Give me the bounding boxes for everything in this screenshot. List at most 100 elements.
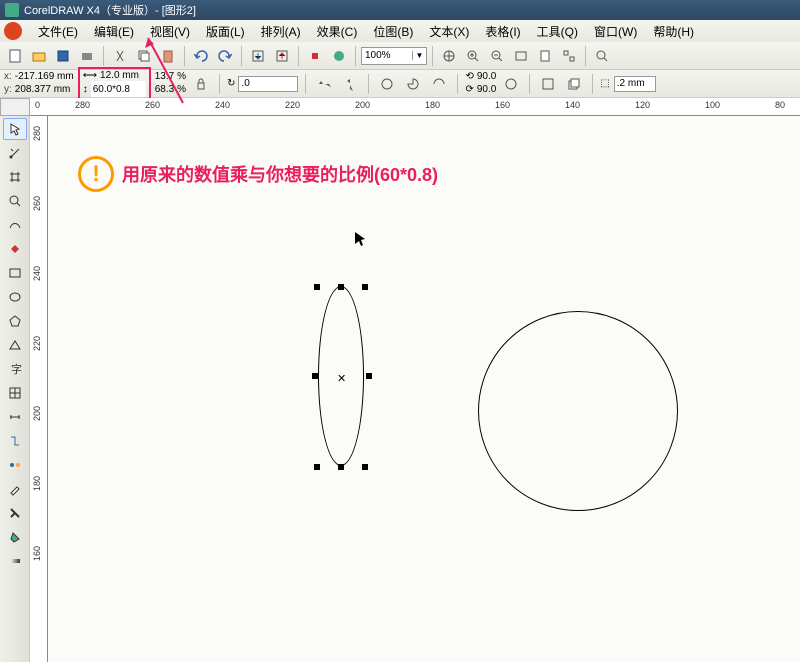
pie-button[interactable] [402,73,424,95]
export-button[interactable] [271,45,293,67]
zoom-page-button[interactable] [534,45,556,67]
rotation-input[interactable] [238,76,298,92]
cut-button[interactable] [109,45,131,67]
menu-bitmaps[interactable]: 位图(B) [365,21,421,42]
ellipse-tool[interactable] [3,286,27,308]
copy-button[interactable] [133,45,155,67]
undo-button[interactable] [190,45,212,67]
zoom-level-combo[interactable]: ▼ [361,47,427,65]
app-launcher-button[interactable] [304,45,326,67]
smart-fill-tool[interactable] [3,238,27,260]
angle2-value: 90.0 [477,84,496,96]
mirror-h-button[interactable] [313,73,335,95]
menu-effects[interactable]: 效果(C) [309,21,366,42]
horizontal-ruler[interactable]: 0 280 260 240 220 200 180 160 140 120 10… [30,98,800,116]
separator [529,74,530,94]
canvas[interactable]: ! 用原来的数值乘与你想要的比例(60*0.8) ✕ [48,116,800,662]
crop-tool[interactable] [3,166,27,188]
menu-view[interactable]: 视图(V) [142,21,198,42]
separator [219,74,220,94]
snap-button[interactable] [438,45,460,67]
arc-button[interactable] [428,73,450,95]
fill-tool[interactable] [3,526,27,548]
angle-group: ⟲90.0 ⟳90.0 [465,71,496,96]
menu-text[interactable]: 文本(X) [421,21,477,42]
menu-file[interactable]: 文件(E) [30,21,86,42]
options-button[interactable] [591,45,613,67]
to-front-button[interactable] [563,73,585,95]
zoom-out-button[interactable] [486,45,508,67]
outline-icon: ⬚ [600,78,609,89]
angle2-icon: ⟳ [465,84,473,96]
import-button[interactable] [247,45,269,67]
outline-width-input[interactable] [614,76,656,92]
eyedropper-tool[interactable] [3,478,27,500]
wrap-text-button[interactable] [537,73,559,95]
connector-tool[interactable] [3,430,27,452]
menu-tools[interactable]: 工具(Q) [529,21,586,42]
selection-handle-mr[interactable] [366,373,372,379]
annotation-text: 用原来的数值乘与你想要的比例(60*0.8) [122,161,438,187]
interactive-tool[interactable] [3,454,27,476]
paste-button[interactable] [157,45,179,67]
height-input[interactable] [91,81,146,97]
selection-handle-tm[interactable] [338,284,344,290]
basic-shapes-tool[interactable] [3,334,27,356]
pct-label-2: % [177,84,186,96]
redo-button[interactable] [214,45,236,67]
rectangle-tool[interactable] [3,262,27,284]
separator [368,74,369,94]
ruler-origin[interactable] [0,98,30,116]
selection-handle-br[interactable] [362,464,368,470]
rotation-icon: ↻ [227,78,235,89]
interactive-fill-tool[interactable] [3,550,27,572]
direction-button[interactable] [500,73,522,95]
separator [184,46,185,66]
text-tool[interactable]: 字 [3,358,27,380]
print-button[interactable] [76,45,98,67]
menu-window[interactable]: 窗口(W) [586,21,645,42]
selection-handle-tl[interactable] [314,284,320,290]
standard-toolbar: ▼ [0,42,800,70]
menu-table[interactable]: 表格(I) [477,21,528,42]
circle-shape[interactable] [478,311,678,511]
open-button[interactable] [28,45,50,67]
save-button[interactable] [52,45,74,67]
shape-tool[interactable] [3,142,27,164]
zoom-tool[interactable] [3,190,27,212]
separator [457,74,458,94]
menu-edit[interactable]: 编辑(E) [86,21,142,42]
ellipse-button[interactable] [376,73,398,95]
mirror-v-button[interactable] [339,73,361,95]
selection-handle-bl[interactable] [314,464,320,470]
vertical-ruler[interactable]: 280 260 240 220 200 180 160 [30,116,48,662]
dimension-tool[interactable] [3,406,27,428]
canvas-area[interactable]: 280 260 240 220 200 180 160 ! 用原来的数值乘与你想… [30,116,800,662]
zoom-in-button[interactable] [462,45,484,67]
lock-ratio-button[interactable] [190,73,212,95]
new-button[interactable] [4,45,26,67]
zoom-input[interactable] [362,50,412,61]
menu-help[interactable]: 帮助(H) [645,21,702,42]
selection-handle-tr[interactable] [362,284,368,290]
y-value: 208.377 mm [15,84,71,96]
zoom-all-button[interactable] [558,45,580,67]
width-icon: ⟷ [83,70,97,81]
zoom-fit-button[interactable] [510,45,532,67]
scale-group: 13.7% 68.3% [155,71,186,96]
menu-arrange[interactable]: 排列(A) [253,21,309,42]
pick-tool[interactable] [3,118,27,140]
separator [103,46,104,66]
freehand-tool[interactable] [3,214,27,236]
outline-tool[interactable] [3,502,27,524]
x-value: -217.169 mm [15,71,74,83]
selection-handle-bm[interactable] [338,464,344,470]
pct-label: % [177,71,186,83]
x-label: x: [4,71,12,83]
table-tool[interactable] [3,382,27,404]
zoom-dropdown-icon[interactable]: ▼ [412,51,426,60]
polygon-tool[interactable] [3,310,27,332]
menu-layout[interactable]: 版面(L) [198,21,253,42]
selection-handle-ml[interactable] [312,373,318,379]
welcome-button[interactable] [328,45,350,67]
